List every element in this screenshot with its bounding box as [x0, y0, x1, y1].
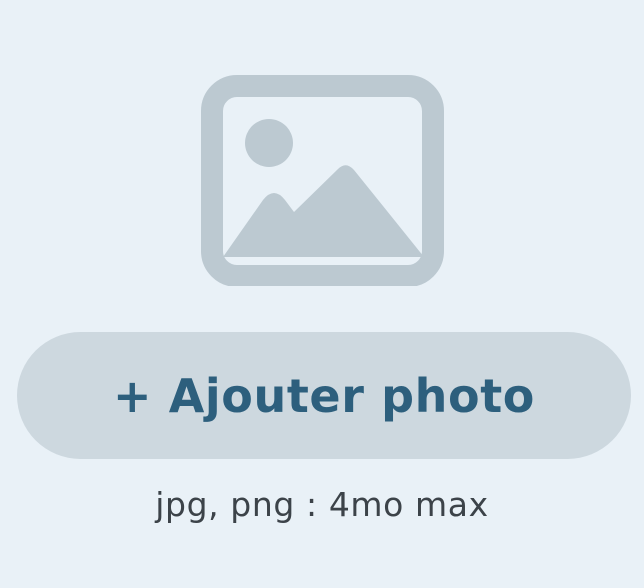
file-format-hint: jpg, png : 4mo max: [155, 485, 489, 524]
photo-upload-panel: + Ajouter photo jpg, png : 4mo max: [0, 0, 644, 588]
image-placeholder-icon: [201, 74, 444, 286]
add-photo-button[interactable]: + Ajouter photo: [17, 332, 631, 459]
